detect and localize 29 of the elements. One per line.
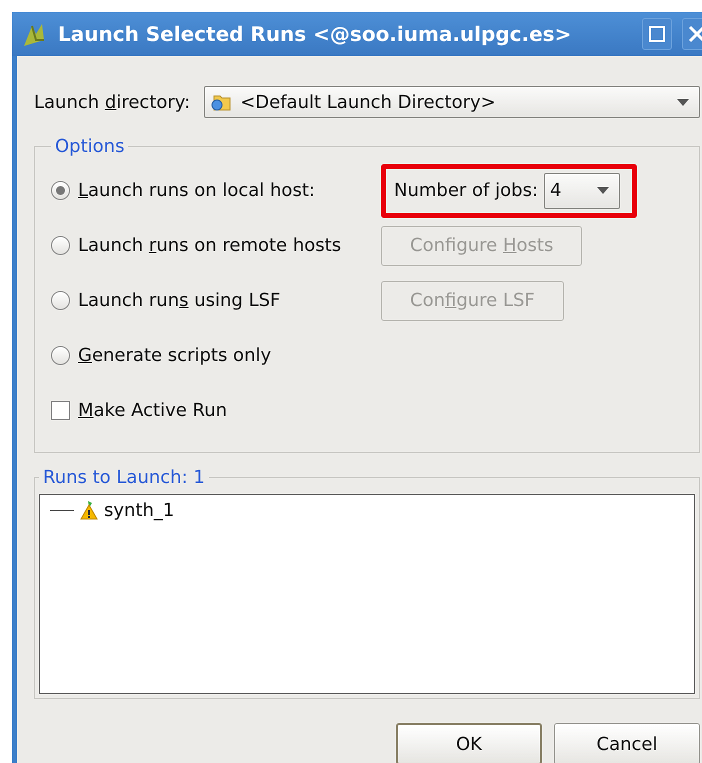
option-label: Launch runs on remote hosts: [78, 235, 342, 256]
jobs-dropdown[interactable]: 4: [544, 172, 620, 208]
maximize-icon: [649, 26, 665, 42]
option-label: Launch runs on local host:: [78, 180, 315, 201]
dialog-button[interactable]: Cancel: [554, 723, 700, 763]
option-label: Launch runs using LSF: [78, 290, 280, 311]
group-title: Runs to Launch: 1: [42, 467, 206, 488]
launch-directory-value: <Default Launch Directory>: [240, 92, 496, 112]
close-icon: [688, 25, 702, 43]
launch-directory-dropdown[interactable]: <Default Launch Directory>: [204, 86, 700, 118]
dialog-button[interactable]: OK: [396, 723, 542, 763]
warning-icon: [78, 499, 100, 521]
jobs-value: 4: [550, 180, 562, 201]
radio-button[interactable]: [51, 346, 70, 365]
maximize-button[interactable]: [642, 18, 672, 50]
checkbox[interactable]: [51, 401, 70, 420]
run-item[interactable]: synth_1: [104, 500, 174, 520]
radio-button[interactable]: [51, 236, 70, 255]
radio-button[interactable]: [51, 181, 70, 200]
option-label: Generate scripts only: [78, 345, 272, 366]
jobs-label: Number of jobs:: [394, 180, 538, 201]
caret-icon: [597, 187, 610, 194]
caret-icon: [677, 98, 689, 106]
group-title: Options: [54, 136, 126, 157]
radio-button[interactable]: [51, 291, 70, 310]
checkbox-label: Make Active Run: [78, 400, 228, 421]
folder-icon: [210, 93, 232, 111]
window-title: Launch Selected Runs <@soo.iuma.ulpgc.es>: [58, 22, 572, 46]
launch-directory-label: Launch directory:: [34, 92, 190, 112]
